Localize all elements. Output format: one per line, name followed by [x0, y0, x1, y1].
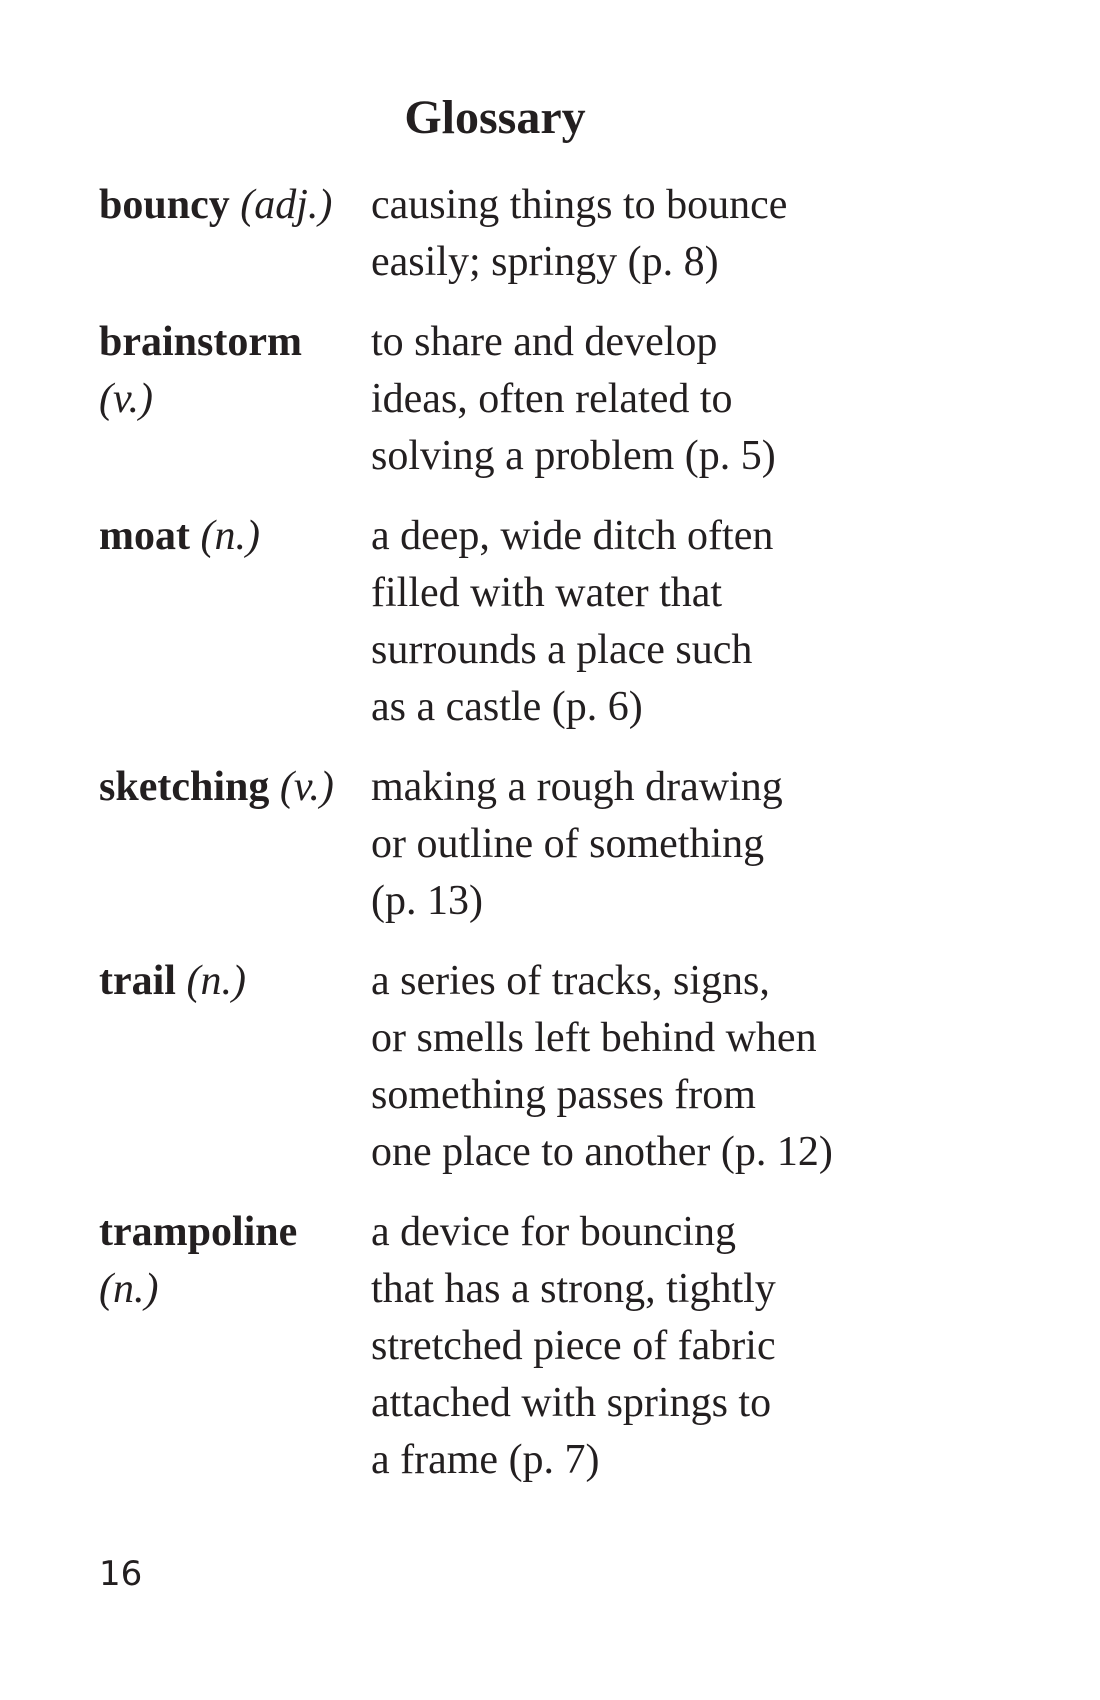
term-cell: sketching (v.) — [99, 759, 369, 816]
glossary-term: sketching — [99, 764, 270, 810]
glossary-definition: a series of tracks, signs, or smells lef… — [371, 958, 833, 1175]
part-of-speech: (v.) — [99, 376, 153, 422]
term-cell: moat (n.) — [99, 508, 369, 565]
page-number: 16 — [99, 1554, 143, 1594]
term-cell: bouncy (adj.) — [99, 177, 369, 234]
term-cell: brainstorm (v.) — [99, 314, 369, 428]
part-of-speech: (n.) — [99, 1266, 159, 1312]
part-of-speech: (n.) — [200, 513, 260, 559]
term-cell: trail (n.) — [99, 953, 369, 1010]
glossary-entry-bouncy: bouncy (adj.) causing things to bounce e… — [99, 177, 999, 291]
part-of-speech: (adj.) — [240, 182, 333, 228]
glossary-entry-brainstorm: brainstorm (v.) to share and develop idea… — [99, 314, 999, 485]
glossary-definition: a deep, wide ditch often filled with wat… — [371, 513, 774, 730]
glossary-definition: a device for bouncing that has a strong,… — [371, 1209, 776, 1483]
part-of-speech: (v.) — [279, 764, 334, 810]
glossary-entry-trail: trail (n.) a series of tracks, signs, or… — [99, 953, 999, 1181]
glossary-definition: making a rough drawing or outline of som… — [371, 764, 783, 924]
glossary-term: brainstorm — [99, 319, 302, 365]
glossary-term: trampoline — [99, 1209, 298, 1255]
glossary-term: trail — [99, 958, 176, 1004]
part-of-speech: (n.) — [186, 958, 246, 1004]
glossary-entry-sketching: sketching (v.) making a rough drawing or… — [99, 759, 999, 930]
glossary-definition: causing things to bounce easily; springy… — [371, 182, 788, 285]
glossary-entry-moat: moat (n.) a deep, wide ditch often fille… — [99, 508, 999, 736]
term-cell: trampoline (n.) — [99, 1204, 369, 1318]
page-title: Glossary — [404, 91, 586, 144]
glossary-term: moat — [99, 513, 190, 559]
glossary-entry-trampoline: trampoline (n.) a device for bouncing tha… — [99, 1204, 999, 1489]
glossary-term: bouncy — [99, 182, 230, 228]
glossary-definition: to share and develop ideas, often relate… — [371, 319, 776, 479]
glossary-list: bouncy (adj.) causing things to bounce e… — [99, 177, 999, 1512]
